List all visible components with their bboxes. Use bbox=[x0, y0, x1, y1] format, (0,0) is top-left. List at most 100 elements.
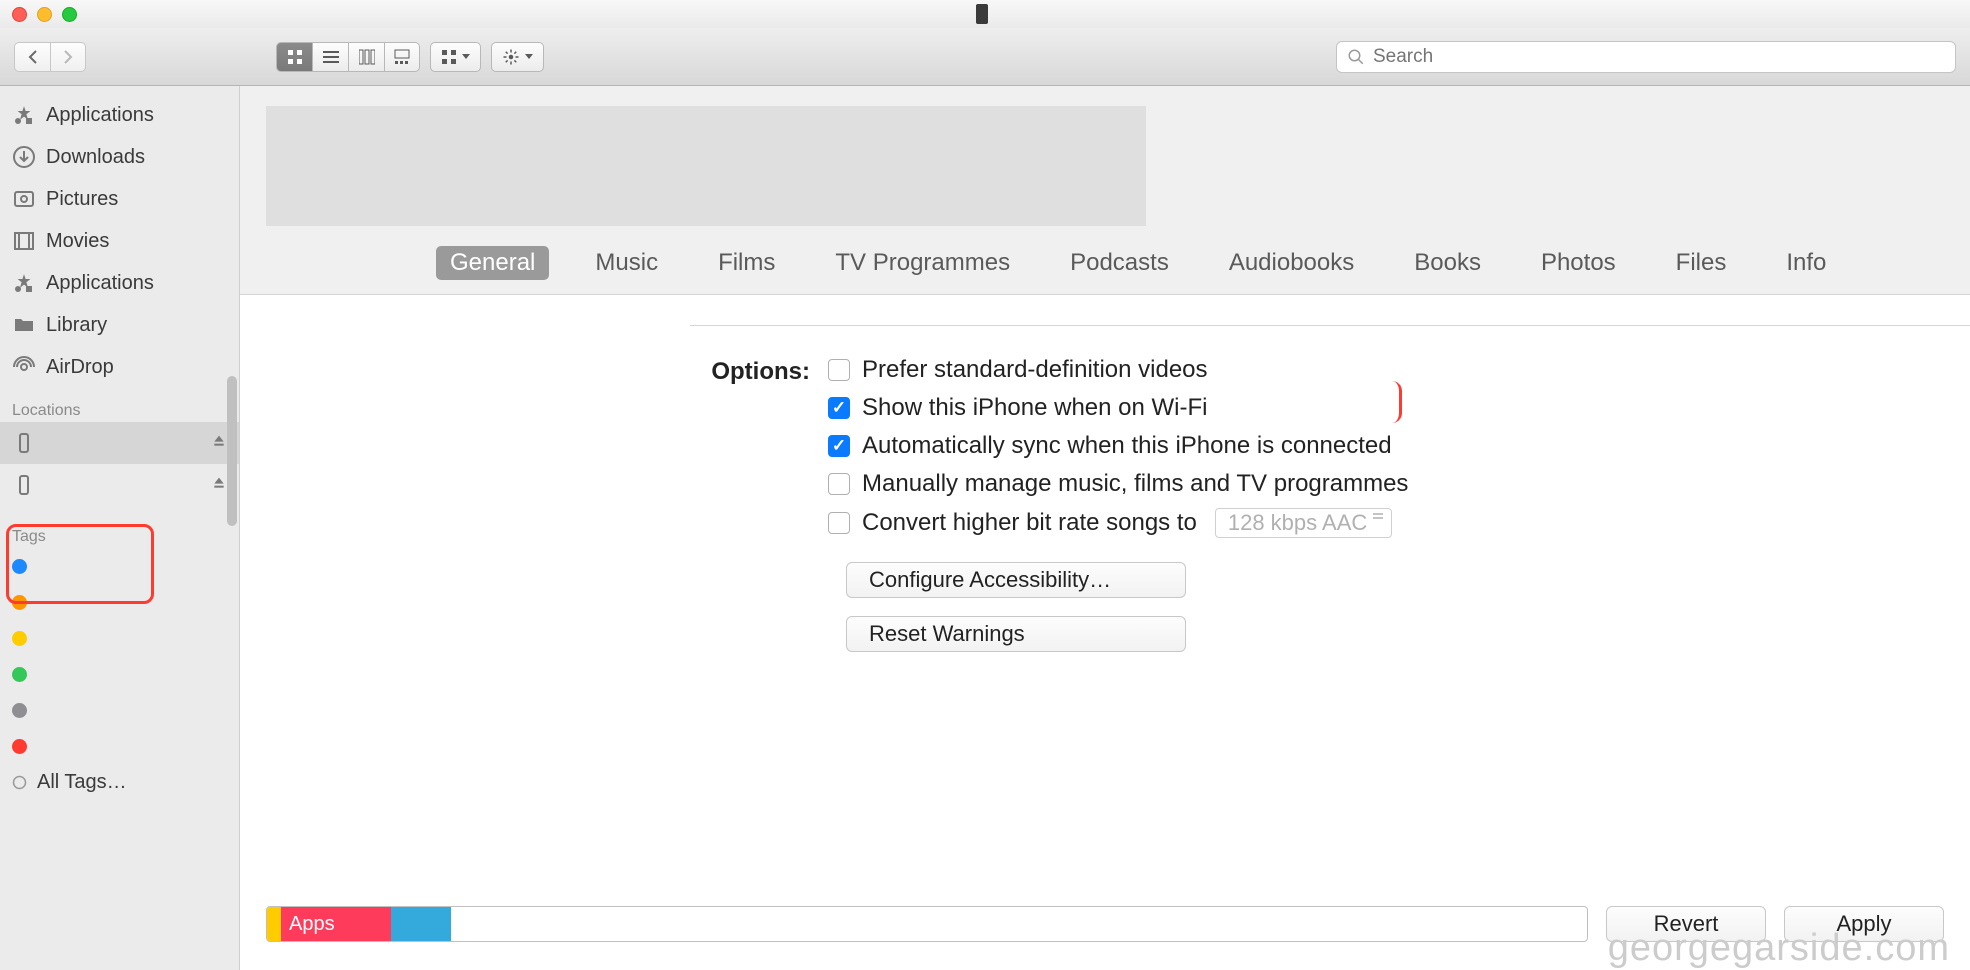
tag-item-4[interactable] bbox=[0, 692, 239, 728]
sidebar-item-pictures[interactable]: Pictures bbox=[0, 178, 239, 220]
sidebar-scrollbar[interactable] bbox=[227, 376, 237, 526]
eject-icon[interactable] bbox=[211, 433, 227, 454]
sidebar-item-downloads[interactable]: Downloads bbox=[0, 136, 239, 178]
option-row-4: Convert higher bit rate songs to 128 kbps… bbox=[828, 508, 1408, 538]
option-row-0: Prefer standard-definition videos bbox=[828, 356, 1408, 384]
forward-button[interactable] bbox=[50, 42, 86, 72]
tag-color-dot bbox=[12, 667, 27, 682]
tags-header: Tags bbox=[0, 522, 239, 548]
search-icon bbox=[1347, 48, 1365, 66]
sidebar-item-applications[interactable]: Applications bbox=[0, 94, 239, 136]
tab-photos[interactable]: Photos bbox=[1527, 246, 1630, 280]
search-input[interactable] bbox=[1373, 46, 1945, 68]
pictures-icon bbox=[12, 187, 36, 211]
sidebar-item-label: Movies bbox=[46, 230, 109, 253]
sidebar-item-airdrop[interactable]: AirDrop bbox=[0, 346, 239, 388]
group-by-button[interactable] bbox=[430, 42, 481, 72]
sidebar-item-library[interactable]: Library bbox=[0, 304, 239, 346]
location-device-1[interactable] bbox=[0, 464, 239, 506]
tab-files[interactable]: Files bbox=[1662, 246, 1741, 280]
sidebar-item-label: Applications bbox=[46, 104, 154, 127]
tab-books[interactable]: Books bbox=[1400, 246, 1495, 280]
tab-films[interactable]: Films bbox=[704, 246, 789, 280]
column-view-button[interactable] bbox=[348, 42, 384, 72]
option-checkbox-0[interactable] bbox=[828, 359, 850, 381]
fullscreen-window-button[interactable] bbox=[62, 7, 77, 22]
storage-apps-label: Apps bbox=[289, 913, 335, 936]
tab-info[interactable]: Info bbox=[1772, 246, 1840, 280]
folder-icon bbox=[12, 313, 36, 337]
tag-color-dot bbox=[12, 595, 27, 610]
option-row-1: Show this iPhone when on Wi-Fi bbox=[828, 394, 1408, 422]
sidebar-item-label: Downloads bbox=[46, 146, 145, 169]
option-label: Automatically sync when this iPhone is c… bbox=[862, 432, 1392, 460]
tag-item-3[interactable] bbox=[0, 656, 239, 692]
tab-general[interactable]: General bbox=[436, 246, 549, 280]
storage-bar: Apps bbox=[266, 906, 1588, 942]
downloads-icon bbox=[12, 145, 36, 169]
tag-item-2[interactable] bbox=[0, 620, 239, 656]
option-label: Convert higher bit rate songs to bbox=[862, 509, 1197, 537]
tab-tv-programmes[interactable]: TV Programmes bbox=[821, 246, 1024, 280]
eject-icon[interactable] bbox=[211, 475, 227, 496]
movies-icon bbox=[12, 229, 36, 253]
icon-view-button[interactable] bbox=[276, 42, 312, 72]
option-checkbox-4[interactable] bbox=[828, 512, 850, 534]
sidebar-item-label: Library bbox=[46, 314, 107, 337]
list-view-button[interactable] bbox=[312, 42, 348, 72]
storage-segment-other bbox=[267, 907, 281, 941]
option-label: Show this iPhone when on Wi-Fi bbox=[862, 394, 1208, 422]
airdrop-icon bbox=[12, 355, 36, 379]
reset-warnings-button[interactable]: Reset Warnings bbox=[846, 616, 1186, 652]
sidebar-item-movies[interactable]: Movies bbox=[0, 220, 239, 262]
sidebar-item-label: Applications bbox=[46, 272, 154, 295]
minimize-window-button[interactable] bbox=[37, 7, 52, 22]
view-mode-segmented[interactable] bbox=[276, 42, 420, 72]
storage-segment-apps: Apps bbox=[281, 907, 391, 941]
all-tags-icon bbox=[12, 775, 27, 790]
applications-icon bbox=[12, 103, 36, 127]
gallery-view-button[interactable] bbox=[384, 42, 420, 72]
bitrate-select[interactable]: 128 kbps AAC bbox=[1215, 508, 1392, 538]
option-checkbox-2[interactable] bbox=[828, 435, 850, 457]
tag-item-0[interactable] bbox=[0, 548, 239, 584]
close-window-button[interactable] bbox=[12, 7, 27, 22]
option-row-3: Manually manage music, films and TV prog… bbox=[828, 470, 1408, 498]
option-label: Manually manage music, films and TV prog… bbox=[862, 470, 1408, 498]
sidebar-item-label: AirDrop bbox=[46, 356, 114, 379]
tab-podcasts[interactable]: Podcasts bbox=[1056, 246, 1183, 280]
option-checkbox-3[interactable] bbox=[828, 473, 850, 495]
storage-segment-media bbox=[391, 907, 451, 941]
section-divider bbox=[690, 325, 1970, 326]
option-checkbox-1[interactable] bbox=[828, 397, 850, 419]
option-row-2: Automatically sync when this iPhone is c… bbox=[828, 432, 1408, 460]
option-label: Prefer standard-definition videos bbox=[862, 356, 1208, 384]
tab-music[interactable]: Music bbox=[581, 246, 672, 280]
back-button[interactable] bbox=[14, 42, 50, 72]
device-tabs: General Music Films TV Programmes Podcasts Au… bbox=[266, 226, 1944, 294]
toolbar bbox=[0, 28, 1970, 86]
tag-color-dot bbox=[12, 739, 27, 754]
action-menu-button[interactable] bbox=[491, 42, 544, 72]
locations-header: Locations bbox=[0, 396, 239, 422]
all-tags-item[interactable]: All Tags… bbox=[0, 764, 239, 800]
applications-icon bbox=[12, 271, 36, 295]
content-pane: General Music Films TV Programmes Podcasts Au… bbox=[240, 86, 1970, 970]
sidebar-item-label: Pictures bbox=[46, 188, 118, 211]
tag-color-dot bbox=[12, 559, 27, 574]
options-heading: Options: bbox=[460, 356, 828, 386]
sidebar: Applications Downloads Pictures Movies Appli… bbox=[0, 86, 240, 970]
tab-audiobooks[interactable]: Audiobooks bbox=[1215, 246, 1368, 280]
location-device-0[interactable] bbox=[0, 422, 239, 464]
iphone-icon bbox=[12, 431, 36, 455]
configure-accessibility-button[interactable]: Configure Accessibility… bbox=[846, 562, 1186, 598]
watermark: georgegarside.com bbox=[1608, 927, 1950, 970]
iphone-icon bbox=[12, 473, 36, 497]
titlebar bbox=[0, 0, 1970, 28]
tag-item-5[interactable] bbox=[0, 728, 239, 764]
tag-color-dot bbox=[12, 631, 27, 646]
sidebar-item-applications[interactable]: Applications bbox=[0, 262, 239, 304]
tag-item-1[interactable] bbox=[0, 584, 239, 620]
device-icon bbox=[976, 4, 988, 24]
search-field[interactable] bbox=[1336, 41, 1956, 73]
